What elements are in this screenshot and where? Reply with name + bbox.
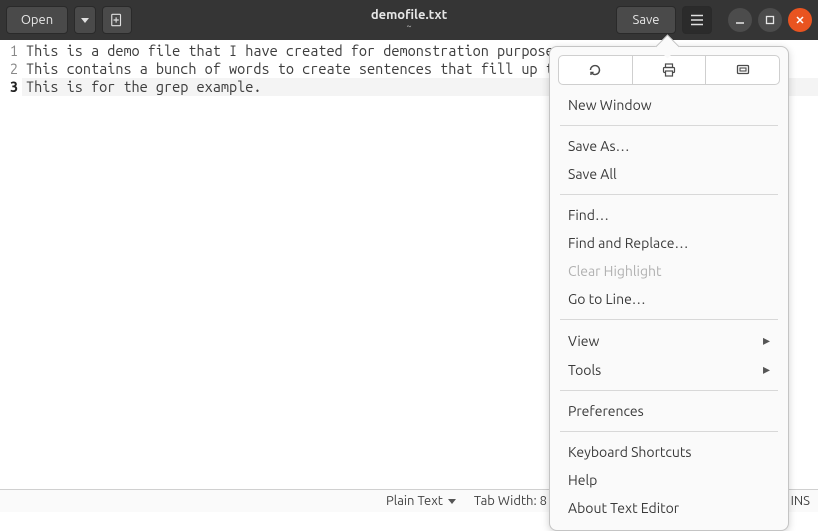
line-number: 3 [0, 78, 22, 96]
line-number: 2 [0, 60, 22, 78]
status-tabwidth-selector[interactable]: Tab Width: 8 [474, 494, 560, 508]
hamburger-icon [690, 14, 704, 26]
submenu-arrow-icon: ▸ [763, 332, 770, 349]
menu-item-new-window[interactable]: New Window [558, 91, 780, 119]
titlebar: Open demofile.txt ~ Save [0, 0, 818, 40]
menu-item-about[interactable]: About Text Editor [558, 494, 780, 522]
menu-separator [560, 390, 778, 391]
fullscreen-icon [735, 62, 751, 78]
hamburger-menu-popover: New Window Save As… Save All Find… Find … [549, 46, 789, 531]
open-button[interactable]: Open [6, 6, 68, 34]
menu-item-tools[interactable]: Tools ▸ [558, 355, 780, 384]
menu-item-goto-line[interactable]: Go to Line… [558, 285, 780, 313]
menu-item-keyboard-shortcuts[interactable]: Keyboard Shortcuts [558, 438, 780, 466]
reload-icon [587, 62, 603, 78]
status-insert-mode[interactable]: INS [791, 494, 810, 508]
window-title: demofile.txt ~ [371, 8, 447, 32]
menu-separator [560, 319, 778, 320]
hamburger-menu-button[interactable] [682, 6, 712, 34]
chevron-down-icon [81, 18, 89, 23]
menu-item-save-as[interactable]: Save As… [558, 132, 780, 160]
menu-item-clear-highlight: Clear Highlight [558, 257, 780, 285]
print-button[interactable] [632, 56, 706, 84]
new-tab-button[interactable] [102, 6, 132, 34]
line-number-gutter: 1 2 3 [0, 40, 22, 489]
open-recent-dropdown[interactable] [74, 6, 96, 34]
title-filename: demofile.txt [371, 8, 447, 22]
menu-separator [560, 125, 778, 126]
maximize-icon [765, 15, 775, 25]
chevron-down-icon [448, 499, 456, 504]
menu-item-find[interactable]: Find… [558, 201, 780, 229]
menu-item-help[interactable]: Help [558, 466, 780, 494]
fullscreen-button[interactable] [705, 56, 779, 84]
popover-icon-row [558, 55, 780, 85]
menu-separator [560, 431, 778, 432]
menu-separator [560, 194, 778, 195]
save-button[interactable]: Save [616, 6, 676, 34]
maximize-button[interactable] [758, 8, 782, 32]
new-document-icon [110, 13, 124, 27]
menu-item-preferences[interactable]: Preferences [558, 397, 780, 425]
menu-item-save-all[interactable]: Save All [558, 160, 780, 188]
submenu-arrow-icon: ▸ [763, 361, 770, 378]
title-path: ~ [371, 22, 447, 32]
menu-item-find-replace[interactable]: Find and Replace… [558, 229, 780, 257]
minimize-icon [735, 15, 745, 25]
close-button[interactable] [788, 8, 812, 32]
status-language-selector[interactable]: Plain Text [386, 494, 456, 508]
line-number: 1 [0, 42, 22, 60]
minimize-button[interactable] [728, 8, 752, 32]
close-icon [795, 15, 805, 25]
reload-button[interactable] [559, 56, 632, 84]
print-icon [661, 62, 677, 78]
menu-item-view[interactable]: View ▸ [558, 326, 780, 355]
